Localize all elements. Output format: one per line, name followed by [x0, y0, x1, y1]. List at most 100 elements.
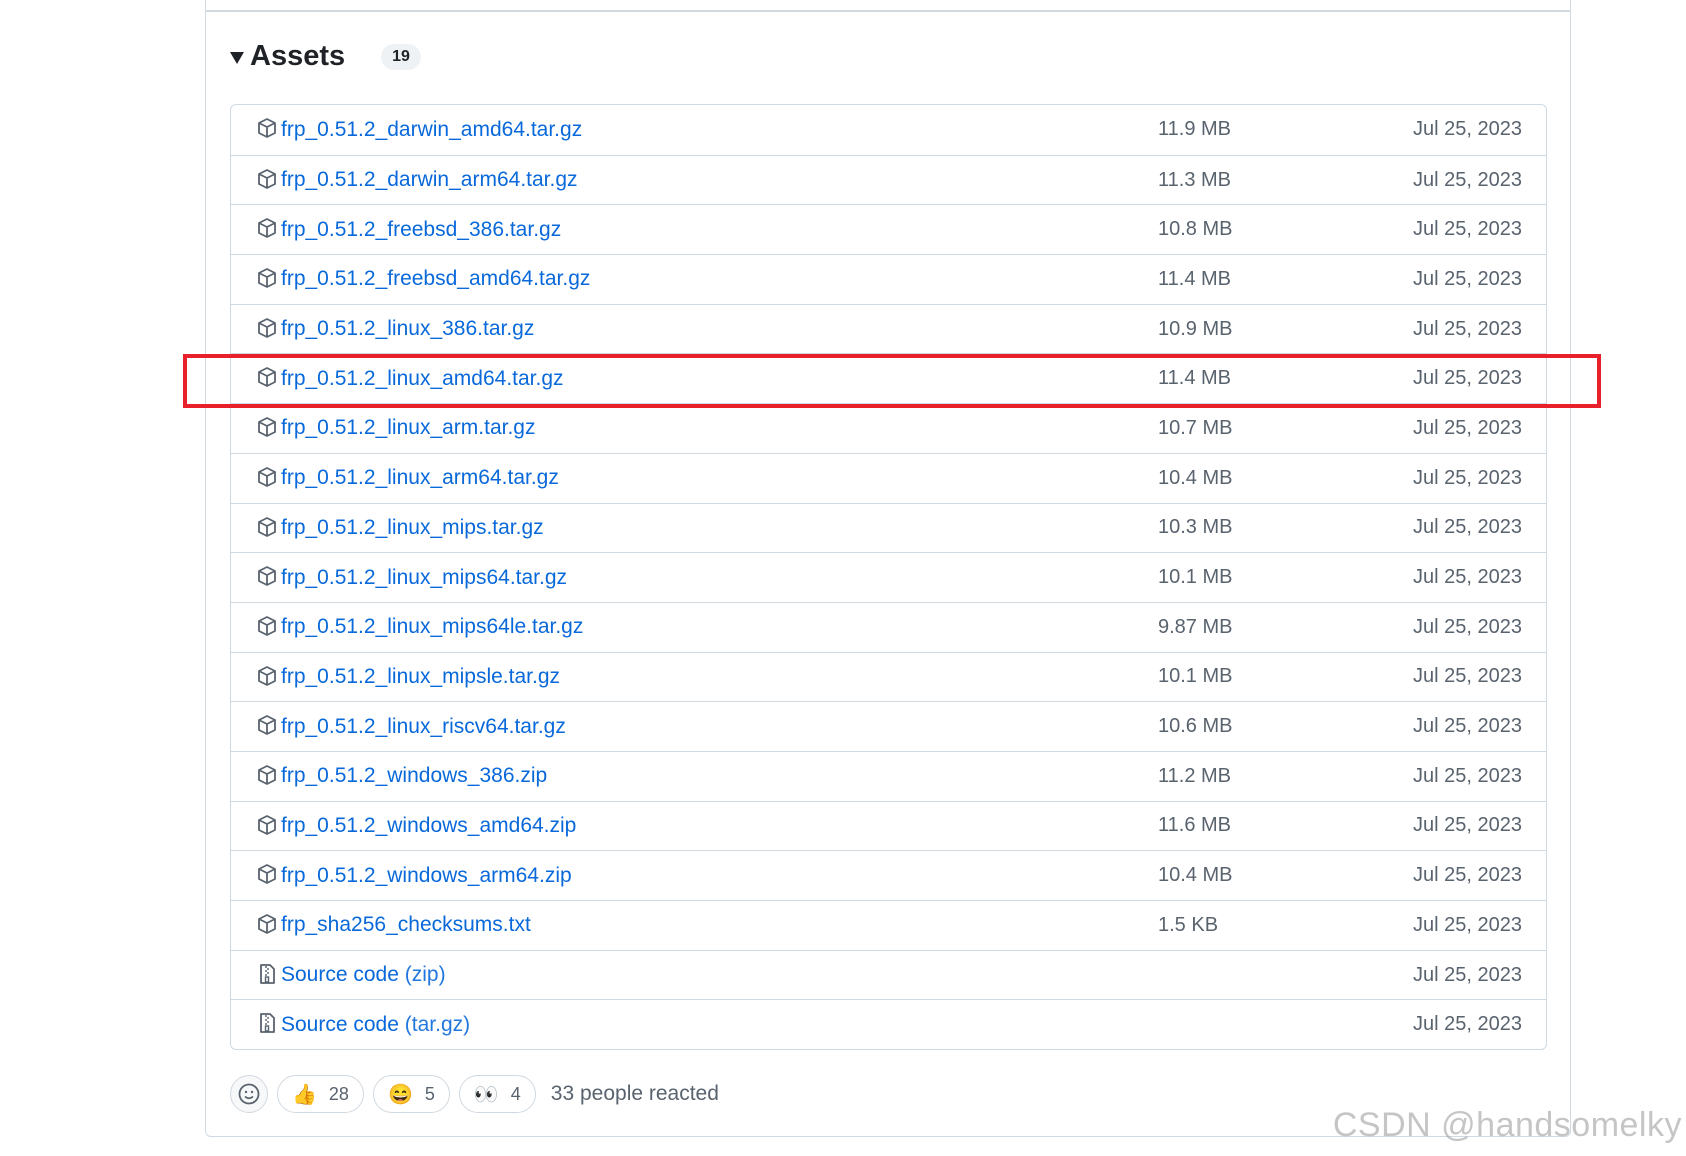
asset-date: Jul 25, 2023 — [1413, 267, 1522, 290]
file-zip-icon — [256, 963, 278, 985]
asset-name: frp_0.51.2_linux_mipsle.tar.gz — [281, 664, 560, 688]
package-icon — [256, 466, 278, 488]
package-icon — [256, 366, 278, 388]
eyes-icon: 👀 — [473, 1083, 499, 1106]
asset-row: frp_sha256_checksums.txt 1.5 KB Jul 25, 20… — [231, 900, 1546, 950]
asset-name: frp_0.51.2_linux_arm64.tar.gz — [281, 466, 559, 490]
asset-name: frp_0.51.2_linux_mips64le.tar.gz — [281, 615, 584, 639]
package-icon — [256, 416, 278, 438]
package-icon — [256, 168, 278, 190]
asset-row: frp_0.51.2_linux_386.tar.gz 10.9 MB Jul 25… — [231, 303, 1546, 354]
asset-size: 10.3 MB — [1158, 516, 1233, 539]
asset-row: Source code (zip) Jul 25, 2023 — [231, 949, 1546, 1000]
assets-count-badge: 19 — [381, 43, 421, 70]
asset-date: Jul 25, 2023 — [1413, 864, 1522, 887]
smiley-icon — [238, 1083, 260, 1105]
assets-toggle[interactable]: Assets 19 — [230, 40, 421, 73]
reactions-summary: 33 people reacted — [550, 1082, 719, 1105]
asset-row: frp_0.51.2_windows_386.zip 11.2 MB Jul 25,… — [231, 750, 1546, 801]
asset-row: frp_0.51.2_windows_arm64.zip 10.4 MB Jul 2… — [231, 850, 1546, 900]
package-icon — [256, 516, 278, 538]
asset-size: 10.4 MB — [1158, 864, 1233, 887]
asset-row: frp_0.51.2_linux_mipsle.tar.gz 10.1 MB Jul… — [231, 651, 1546, 702]
asset-link[interactable]: frp_0.51.2_linux_mips64le.tar.gz — [281, 615, 583, 639]
asset-link[interactable]: frp_0.51.2_windows_386.zip — [281, 764, 547, 788]
asset-link[interactable]: frp_0.51.2_windows_arm64.zip — [281, 864, 572, 888]
asset-size: 11.4 MB — [1158, 267, 1231, 290]
asset-link[interactable]: frp_0.51.2_freebsd_amd64.tar.gz — [281, 267, 590, 291]
asset-date: Jul 25, 2023 — [1413, 715, 1522, 738]
asset-size: 1.5 KB — [1158, 913, 1219, 936]
assets-list: frp_0.51.2_darwin_amd64.tar.gz 11.9 MB Jul… — [230, 104, 1547, 1051]
asset-row: frp_0.51.2_linux_arm.tar.gz 10.7 MB Jul 25… — [231, 403, 1546, 453]
reaction-thumbs-up-button[interactable]: 👍 28 — [277, 1075, 364, 1113]
asset-size: 10.1 MB — [1158, 566, 1233, 589]
package-icon — [256, 913, 278, 935]
asset-link[interactable]: frp_0.51.2_linux_mipsle.tar.gz — [281, 665, 560, 689]
asset-name: frp_0.51.2_windows_386.zip — [281, 764, 548, 788]
asset-size: 11.9 MB — [1158, 118, 1231, 141]
asset-link[interactable]: frp_0.51.2_linux_amd64.tar.gz — [281, 367, 564, 391]
triangle-down-icon — [230, 51, 244, 64]
asset-size: 11.3 MB — [1158, 168, 1231, 191]
asset-size: 11.4 MB — [1158, 367, 1231, 390]
package-icon — [256, 764, 278, 786]
asset-row: frp_0.51.2_freebsd_386.tar.gz 10.8 MB Jul … — [231, 204, 1546, 254]
asset-row: frp_0.51.2_linux_riscv64.tar.gz 10.6 MB Ju… — [231, 701, 1546, 751]
asset-name: frp_0.51.2_linux_mips.tar.gz — [281, 515, 544, 539]
asset-link[interactable]: frp_0.51.2_darwin_arm64.tar.gz — [281, 168, 578, 192]
asset-name: frp_0.51.2_linux_riscv64.tar.gz — [281, 714, 566, 738]
asset-size: 9.87 MB — [1158, 615, 1233, 638]
asset-date: Jul 25, 2023 — [1413, 913, 1522, 936]
file-zip-icon — [256, 1012, 278, 1034]
package-icon — [256, 117, 278, 139]
add-reaction-button[interactable] — [230, 1075, 268, 1113]
reaction-count: 4 — [510, 1083, 521, 1104]
asset-row: frp_0.51.2_linux_arm64.tar.gz 10.4 MB Jul … — [231, 452, 1546, 503]
reaction-eyes-button[interactable]: 👀 4 — [458, 1075, 536, 1113]
asset-date: Jul 25, 2023 — [1413, 516, 1522, 539]
asset-row: frp_0.51.2_linux_mips64.tar.gz 10.1 MB Jul… — [231, 552, 1546, 602]
asset-date: Jul 25, 2023 — [1413, 615, 1522, 638]
package-icon — [256, 714, 278, 736]
asset-link[interactable]: frp_0.51.2_linux_arm64.tar.gz — [281, 466, 559, 490]
asset-date: Jul 25, 2023 — [1413, 566, 1522, 589]
asset-link[interactable]: frp_0.51.2_freebsd_386.tar.gz — [281, 218, 561, 242]
asset-name: frp_0.51.2_darwin_arm64.tar.gz — [281, 168, 578, 192]
asset-row: frp_0.51.2_linux_mips64le.tar.gz 9.87 MB J… — [231, 601, 1546, 652]
asset-format: (tar.gz) — [404, 1012, 471, 1036]
asset-date: Jul 25, 2023 — [1413, 665, 1522, 688]
asset-date: Jul 25, 2023 — [1413, 218, 1522, 241]
asset-name: Source code — [281, 1012, 399, 1036]
asset-link[interactable]: frp_0.51.2_windows_amd64.zip — [281, 814, 576, 838]
asset-date: Jul 25, 2023 — [1413, 416, 1522, 439]
reaction-count: 28 — [328, 1083, 349, 1104]
asset-name: frp_0.51.2_linux_386.tar.gz — [281, 317, 535, 341]
asset-link[interactable]: frp_0.51.2_linux_386.tar.gz — [281, 317, 534, 341]
asset-name: frp_0.51.2_linux_amd64.tar.gz — [281, 366, 564, 390]
asset-date: Jul 25, 2023 — [1413, 367, 1522, 390]
asset-row: frp_0.51.2_linux_amd64.tar.gz 11.4 MB Jul … — [231, 353, 1546, 403]
asset-date: Jul 25, 2023 — [1413, 466, 1522, 489]
asset-link[interactable]: Source code (tar.gz) — [281, 1013, 470, 1037]
asset-name: frp_0.51.2_windows_arm64.zip — [281, 863, 572, 887]
asset-size: 10.7 MB — [1158, 416, 1233, 439]
asset-name: frp_0.51.2_windows_amd64.zip — [281, 813, 577, 837]
reaction-smile-button[interactable]: 😄 5 — [372, 1075, 450, 1113]
asset-link[interactable]: frp_0.51.2_linux_riscv64.tar.gz — [281, 715, 566, 739]
asset-link[interactable]: frp_0.51.2_linux_arm.tar.gz — [281, 416, 535, 440]
package-icon — [256, 665, 278, 687]
package-icon — [256, 217, 278, 239]
asset-size: 10.1 MB — [1158, 665, 1233, 688]
asset-date: Jul 25, 2023 — [1413, 814, 1522, 837]
asset-link[interactable]: frp_sha256_checksums.txt — [281, 913, 531, 937]
asset-name: Source code — [281, 963, 399, 987]
asset-link[interactable]: frp_0.51.2_linux_mips.tar.gz — [281, 516, 544, 540]
asset-link[interactable]: Source code (zip) — [281, 963, 446, 987]
asset-link[interactable]: frp_0.51.2_linux_mips64.tar.gz — [281, 566, 567, 590]
asset-link[interactable]: frp_0.51.2_darwin_amd64.tar.gz — [281, 118, 582, 142]
reactions-bar: 👍 28 😄 5 👀 4 33 people reacted — [230, 1075, 719, 1113]
asset-size: 11.2 MB — [1158, 764, 1231, 787]
reaction-count: 5 — [424, 1083, 435, 1104]
package-icon — [256, 267, 278, 289]
